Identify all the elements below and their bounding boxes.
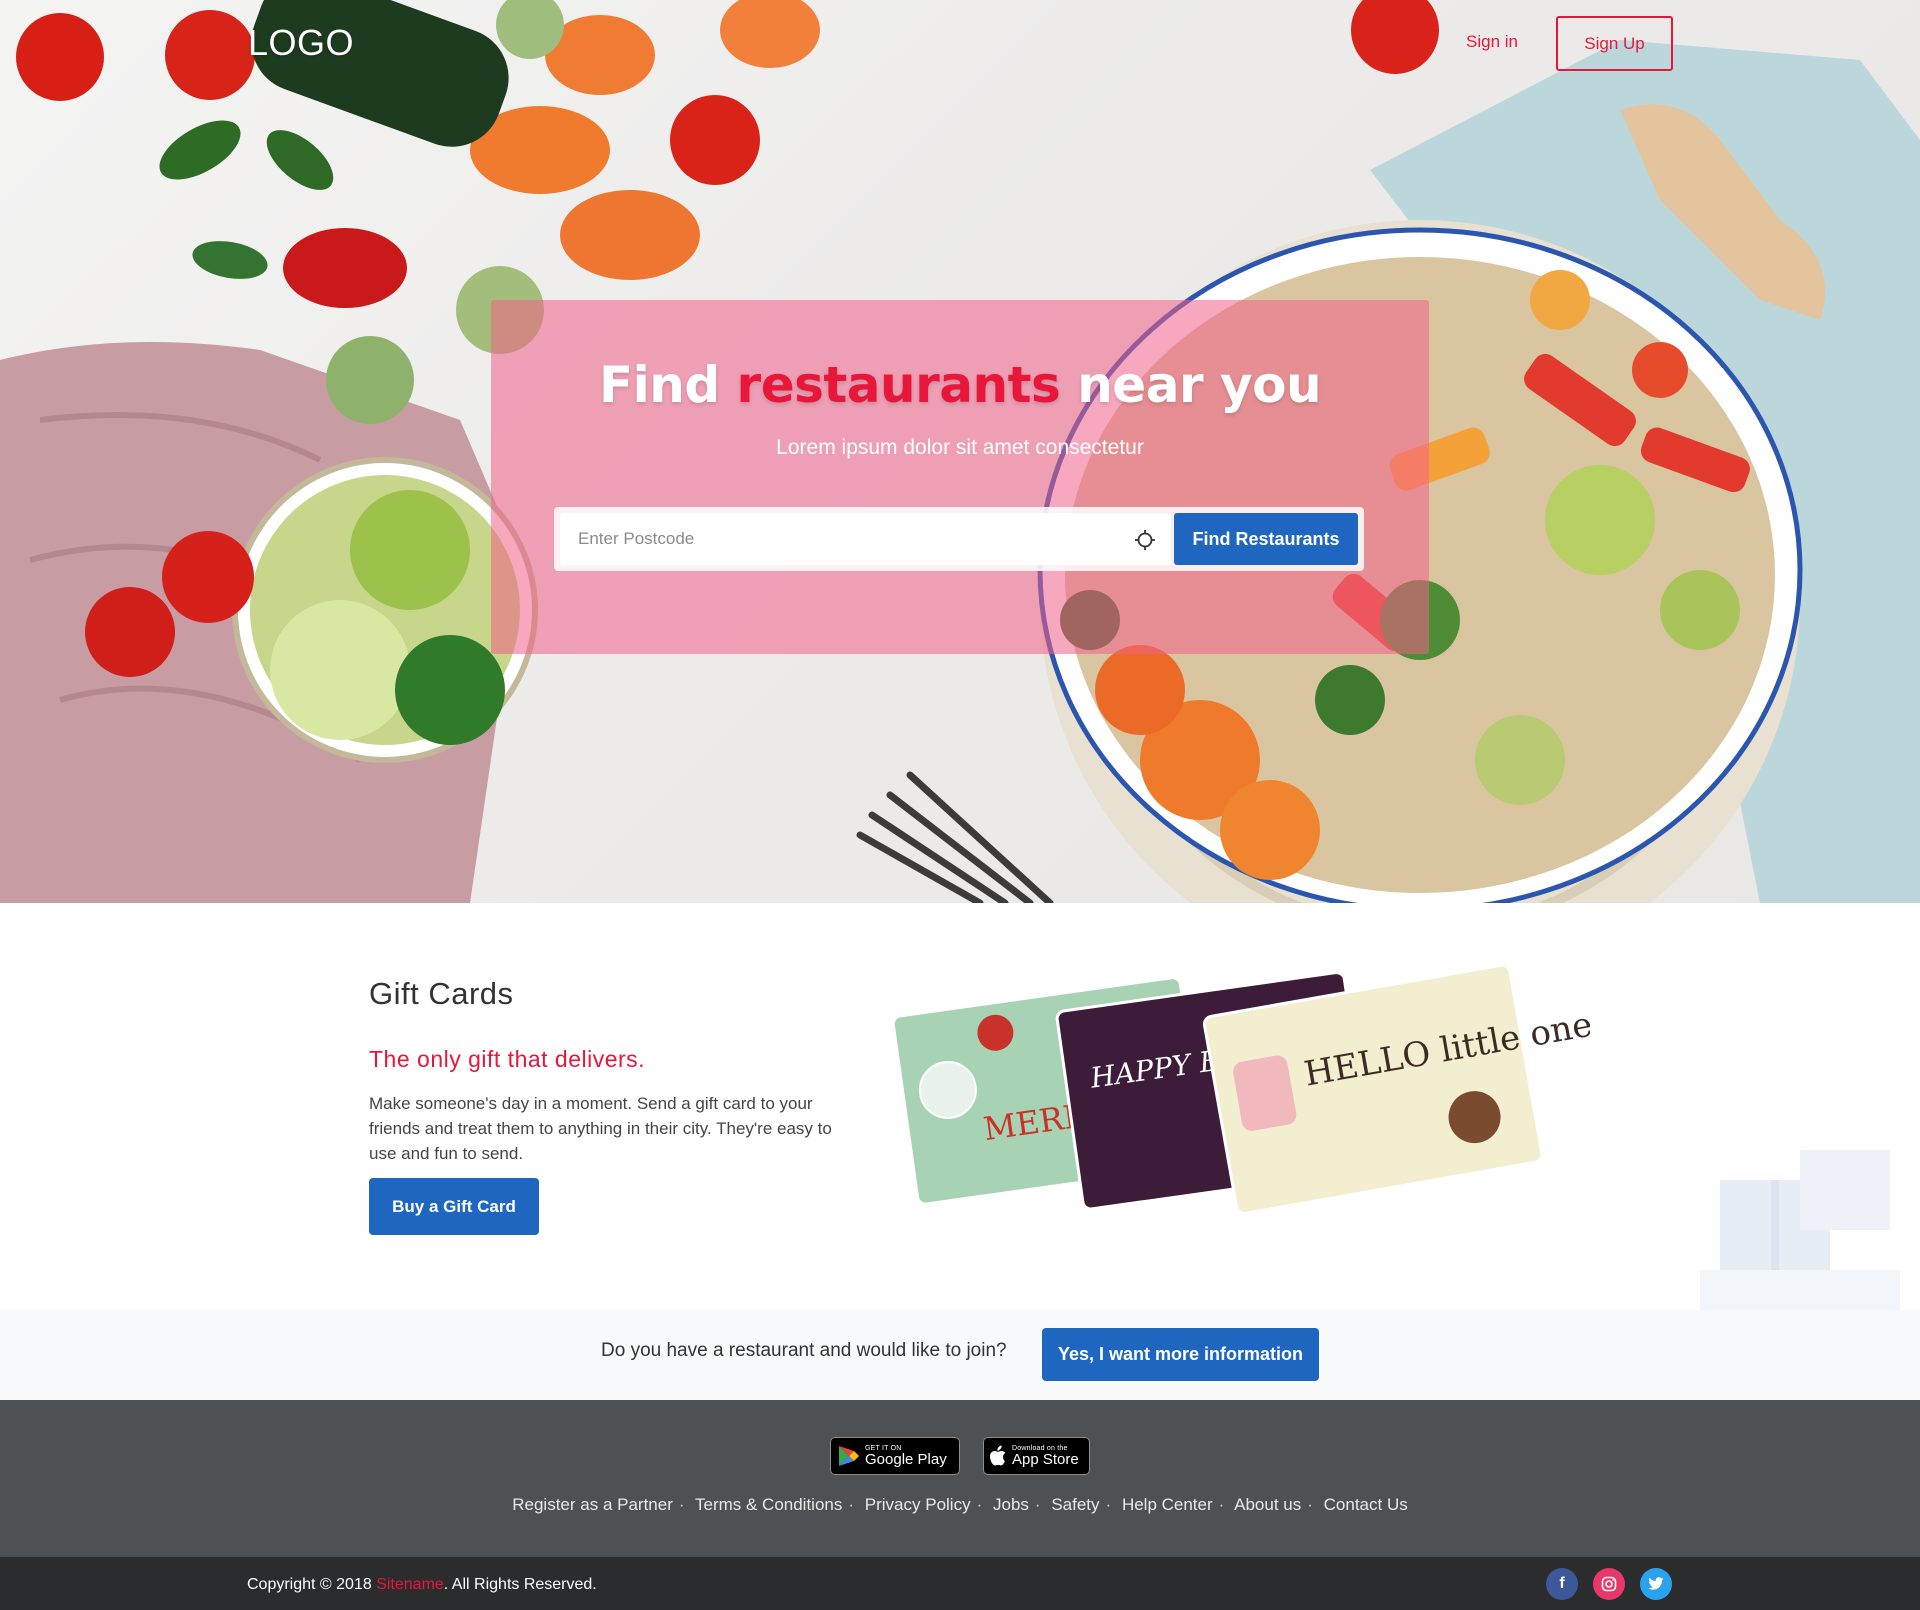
- google-play-icon: [839, 1446, 859, 1466]
- postcode-field-wrapper: [560, 513, 1171, 565]
- google-play-big-text: Google Play: [865, 1451, 947, 1468]
- buy-gift-card-button[interactable]: Buy a Gift Card: [369, 1178, 539, 1235]
- hero-title-part2: near you: [1077, 356, 1322, 414]
- copyright-prefix: Copyright © 2018: [247, 1576, 377, 1593]
- locate-me-icon[interactable]: [1135, 530, 1155, 550]
- footer-link-help-center[interactable]: Help Center: [1122, 1495, 1213, 1514]
- footer-link-contact[interactable]: Contact Us: [1324, 1495, 1408, 1514]
- twitter-glyph: [1648, 1577, 1664, 1590]
- twitter-icon[interactable]: [1640, 1568, 1672, 1600]
- postcode-input[interactable]: [578, 513, 1118, 565]
- hero-title: Find restaurants near you: [491, 356, 1429, 414]
- gift-box-decoration: [1700, 1150, 1900, 1310]
- footer: [0, 1400, 1920, 1557]
- gift-cards-tagline: The only gift that delivers.: [369, 1046, 646, 1072]
- footer-link-privacy[interactable]: Privacy Policy: [865, 1495, 971, 1514]
- sign-in-link[interactable]: Sign in: [1466, 32, 1518, 52]
- gift-card-images: MERRY CHRISTMAS HAPPY Birthday MOM HELLO…: [891, 963, 1590, 1215]
- search-panel: [491, 300, 1429, 654]
- app-store-big-text: App Store: [1012, 1451, 1079, 1468]
- sign-up-button[interactable]: Sign Up: [1556, 16, 1673, 71]
- footer-link-jobs[interactable]: Jobs: [993, 1495, 1029, 1514]
- sitename-link[interactable]: Sitename: [376, 1576, 444, 1593]
- footer-link-safety[interactable]: Safety: [1051, 1495, 1099, 1514]
- find-restaurants-button[interactable]: Find Restaurants: [1174, 513, 1358, 565]
- copyright: Copyright © 2018 Sitename. All Rights Re…: [247, 1576, 597, 1594]
- gift-cards-description: Make someone's day in a moment. Send a g…: [369, 1094, 832, 1163]
- more-information-button[interactable]: Yes, I want more information: [1042, 1328, 1319, 1381]
- hero-title-part1: Find: [598, 356, 720, 414]
- site-logo[interactable]: LOGO: [248, 22, 354, 64]
- gift-cards-title: Gift Cards: [369, 976, 514, 1011]
- copyright-suffix: . All Rights Reserved.: [443, 1576, 597, 1593]
- instagram-icon[interactable]: [1593, 1568, 1625, 1600]
- apple-icon: [990, 1445, 1006, 1466]
- hero-section: LOGO Sign in Sign Up Find restaurants ne…: [0, 0, 1920, 903]
- footer-link-register-partner[interactable]: Register as a Partner: [512, 1495, 673, 1514]
- footer-links: Register as a Partner · Terms & Condition…: [512, 1495, 1408, 1514]
- footer-link-terms[interactable]: Terms & Conditions: [695, 1495, 842, 1514]
- join-question: Do you have a restaurant and would like …: [601, 1340, 1007, 1361]
- hero-title-accent: restaurants: [736, 356, 1061, 414]
- footer-link-about[interactable]: About us: [1234, 1495, 1301, 1514]
- google-play-badge[interactable]: GET IT ON Google Play: [830, 1437, 960, 1475]
- facebook-icon[interactable]: f: [1546, 1568, 1578, 1600]
- hero-subtitle: Lorem ipsum dolor sit amet consectetur: [776, 436, 1144, 459]
- app-store-badge[interactable]: Download on the App Store: [983, 1437, 1090, 1475]
- instagram-glyph: [1601, 1576, 1617, 1592]
